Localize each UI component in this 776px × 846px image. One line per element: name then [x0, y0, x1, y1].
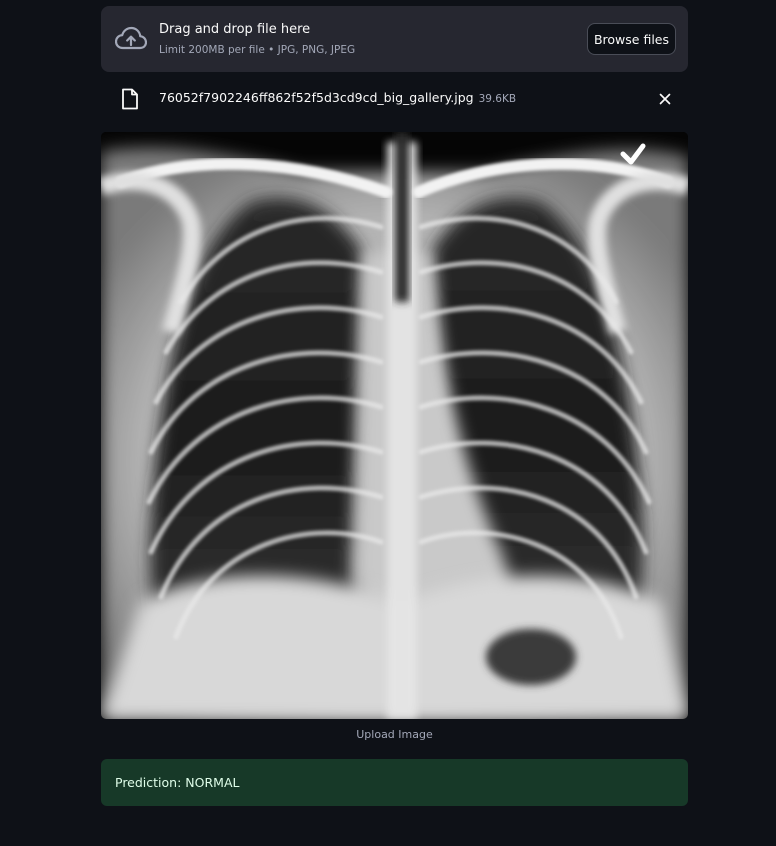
close-icon: [659, 93, 671, 105]
remove-file-button[interactable]: [654, 88, 676, 110]
uploaded-file-row: 76052f7902246ff862f52f5d3cd9cd_big_galle…: [101, 84, 688, 114]
image-caption: Upload Image: [356, 728, 433, 741]
prediction-alert: Prediction: NORMAL: [101, 759, 688, 806]
uploaded-image: [101, 132, 688, 719]
file-icon: [122, 88, 138, 110]
dropzone-limit-text: Limit 200MB per file • JPG, PNG, JPEG: [159, 44, 356, 56]
cloud-upload-icon: [115, 26, 147, 50]
uploaded-file-name: 76052f7902246ff862f52f5d3cd9cd_big_galle…: [159, 90, 516, 105]
app-main: Drag and drop file here Limit 200MB per …: [0, 0, 776, 846]
chest-xray-image: [101, 132, 688, 719]
prediction-text: Prediction: NORMAL: [115, 775, 240, 790]
file-name-text: 76052f7902246ff862f52f5d3cd9cd_big_galle…: [159, 90, 474, 105]
dropzone-title: Drag and drop file here: [159, 22, 311, 37]
file-size: 39.6KB: [478, 93, 517, 105]
file-dropzone[interactable]: Drag and drop file here Limit 200MB per …: [101, 6, 688, 72]
browse-files-button[interactable]: Browse files: [587, 23, 676, 55]
